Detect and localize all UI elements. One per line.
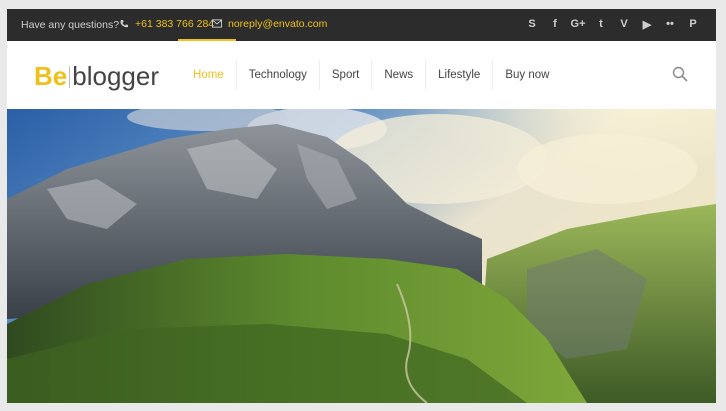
vimeo-icon[interactable]: V (617, 17, 631, 31)
google-plus-icon[interactable]: G+ (571, 17, 586, 31)
social-links: S f G+ t V ▶ •• P (525, 17, 700, 31)
phone-icon (119, 19, 129, 29)
logo-separator (69, 65, 71, 88)
email-contact[interactable]: noreply@envato.com (212, 18, 327, 30)
skype-icon[interactable]: S (525, 17, 539, 31)
nav-home[interactable]: Home (181, 41, 236, 109)
logo-blogger: blogger (72, 61, 159, 91)
top-bar: Have any questions? +61 383 766 284 nore… (7, 9, 716, 42)
flickr-icon[interactable]: •• (663, 17, 677, 31)
pinterest-icon[interactable]: P (686, 17, 700, 31)
nav-technology[interactable]: Technology (237, 41, 319, 109)
hero-image (7, 109, 716, 403)
main-navbar: Be blogger Home Technology Sport News Li… (7, 41, 716, 109)
facebook-icon[interactable]: f (548, 17, 562, 31)
twitter-icon[interactable]: t (594, 17, 608, 31)
mountain-landscape-image (7, 109, 716, 403)
nav-news[interactable]: News (372, 41, 425, 109)
mail-icon (212, 19, 222, 29)
youtube-icon[interactable]: ▶ (640, 17, 654, 31)
nav-sport[interactable]: Sport (320, 41, 372, 109)
phone-contact[interactable]: +61 383 766 284 (119, 18, 214, 30)
site-logo[interactable]: Be blogger (34, 61, 159, 92)
logo-be: Be (34, 61, 68, 91)
search-icon[interactable] (672, 66, 688, 82)
contact-question: Have any questions? (21, 19, 120, 31)
email-address[interactable]: noreply@envato.com (228, 18, 327, 30)
nav-lifestyle[interactable]: Lifestyle (426, 41, 492, 109)
phone-number[interactable]: +61 383 766 284 (135, 18, 214, 30)
page-frame: Have any questions? +61 383 766 284 nore… (7, 9, 716, 403)
main-menu: Home Technology Sport News Lifestyle Buy… (181, 41, 561, 109)
nav-buy-now[interactable]: Buy now (493, 41, 561, 109)
